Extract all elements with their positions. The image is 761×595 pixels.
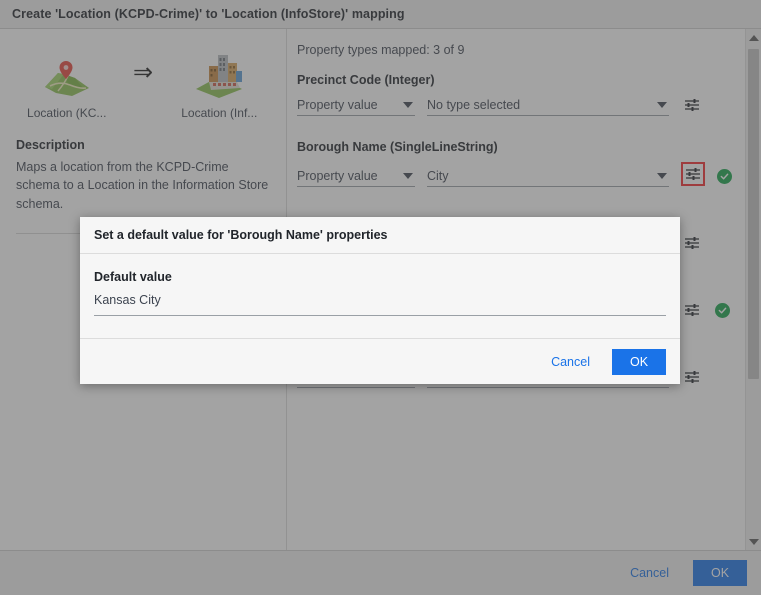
default-value-input[interactable] — [94, 293, 666, 316]
default-value-label: Default value — [94, 270, 172, 284]
dialog-cancel-button[interactable]: Cancel — [545, 351, 596, 373]
dialog-ok-button[interactable]: OK — [612, 348, 666, 375]
dialog-footer: Cancel OK — [80, 338, 680, 384]
default-value-dialog: Set a default value for 'Borough Name' p… — [80, 217, 680, 384]
dialog-title: Set a default value for 'Borough Name' p… — [80, 217, 680, 254]
dialog-body: Default value — [80, 254, 680, 338]
